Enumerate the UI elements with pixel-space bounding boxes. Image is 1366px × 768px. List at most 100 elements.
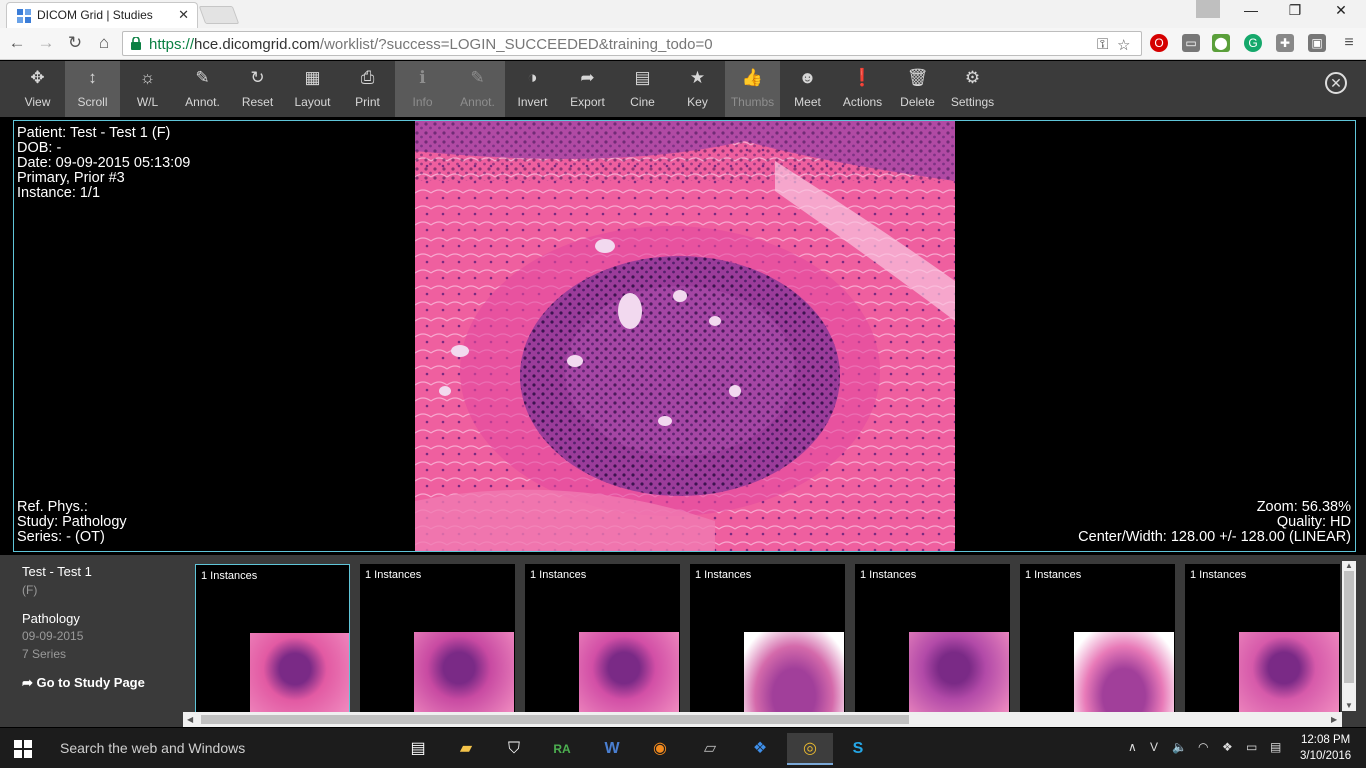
notifications-icon[interactable]: ▤ bbox=[1270, 740, 1281, 754]
tool-meet-button[interactable]: ☻ Meet bbox=[780, 61, 835, 117]
restore-window-icon[interactable]: ❐ bbox=[1280, 2, 1310, 19]
share-arrow-icon: ➦ bbox=[22, 675, 37, 690]
skype-icon[interactable]: S bbox=[835, 733, 881, 765]
tool-thumbs-icon: 👍 bbox=[741, 68, 764, 87]
thumbnail-instance-count: 1 Instances bbox=[530, 569, 587, 581]
tool-thumbs-button[interactable]: 👍 Thumbs bbox=[725, 61, 780, 117]
browser-tab-strip: DICOM Grid | Studies ✕ — ❐ ✕ bbox=[0, 0, 1366, 28]
scroll-left-icon[interactable]: ◀ bbox=[187, 715, 193, 724]
windows-start-icon[interactable] bbox=[14, 740, 32, 758]
user-profile-button[interactable] bbox=[1196, 0, 1220, 18]
chrome-icon[interactable]: ◎ bbox=[787, 733, 833, 765]
file-explorer-icon[interactable]: ▰ bbox=[443, 733, 489, 765]
scroll-right-icon[interactable]: ▶ bbox=[1331, 715, 1337, 724]
minimize-window-icon[interactable]: — bbox=[1236, 2, 1266, 18]
tool-settings-button[interactable]: ⚙ Settings bbox=[945, 61, 1000, 117]
cast-icon[interactable]: ▭ bbox=[1182, 34, 1200, 52]
tool-key-button[interactable]: ★ Key bbox=[670, 61, 725, 117]
url-text: https://hce.dicomgrid.com/worklist/?succ… bbox=[149, 36, 713, 53]
tool-layout-label: Layout bbox=[294, 95, 331, 109]
grammarly-icon[interactable]: G bbox=[1244, 34, 1262, 52]
key-icon[interactable]: ⚿ bbox=[1097, 36, 1108, 53]
tool-layout-icon: ▦ bbox=[304, 68, 321, 87]
tool-print-button[interactable]: ⎙ Print bbox=[340, 61, 395, 117]
tool-annot-button[interactable]: ✎ Annot. bbox=[175, 61, 230, 117]
firefox-icon[interactable]: ◉ bbox=[637, 733, 683, 765]
tool-wl-button[interactable]: ☼ W/L bbox=[120, 61, 175, 117]
tool-key-icon: ★ bbox=[689, 68, 706, 87]
tool-cine-button[interactable]: ▤ Cine bbox=[615, 61, 670, 117]
series-count: 7 Series bbox=[22, 647, 67, 661]
tool-invert-button[interactable]: ◑ Invert bbox=[505, 61, 560, 117]
browser-toolbar: ← → ↻ ⌂ https://hce.dicomgrid.com/workli… bbox=[0, 28, 1366, 60]
thumbnail-horizontal-scrollbar[interactable]: ◀ ▶ bbox=[183, 712, 1342, 727]
thumbnail-instance-count: 1 Instances bbox=[695, 569, 752, 581]
thumbnail-vertical-scrollbar[interactable]: ▲ ▼ bbox=[1342, 561, 1356, 711]
puzzle-extension-icon[interactable]: ✚ bbox=[1276, 34, 1294, 52]
opera-extension-icon[interactable]: O bbox=[1150, 34, 1168, 52]
thumbnail-instance-count: 1 Instances bbox=[365, 569, 422, 581]
tool-scroll-button[interactable]: ↕ Scroll bbox=[65, 61, 120, 117]
bookmark-star-icon[interactable]: ☆ bbox=[1117, 36, 1130, 54]
system-clock[interactable]: 12:08 PM 3/10/2016 bbox=[1300, 732, 1351, 764]
close-viewer-icon[interactable]: ✕ bbox=[1325, 72, 1347, 94]
close-window-icon[interactable]: ✕ bbox=[1326, 2, 1356, 19]
tool-annot-label: Annot. bbox=[185, 95, 220, 109]
taskbar-search-box[interactable]: Search the web and Windows bbox=[60, 740, 245, 756]
word-icon[interactable]: W bbox=[589, 733, 635, 765]
store-icon[interactable]: ⛉ bbox=[491, 733, 537, 765]
tool-meet-icon: ☻ bbox=[798, 68, 817, 87]
series-thumbnail[interactable]: 1 Instances bbox=[1185, 564, 1340, 714]
vpn-icon[interactable]: V bbox=[1150, 740, 1158, 754]
extension-icon[interactable]: ⬤ bbox=[1212, 34, 1230, 52]
tool-info-button[interactable]: ℹ Info bbox=[395, 61, 450, 117]
series-thumbnail[interactable]: 1 Instances bbox=[525, 564, 680, 714]
dropbox-tray-icon[interactable]: ❖ bbox=[1222, 740, 1233, 754]
tool-reset-button[interactable]: ↻ Reset bbox=[230, 61, 285, 117]
back-icon[interactable]: ← bbox=[7, 33, 27, 53]
tool-annot2-icon: ✎ bbox=[470, 68, 485, 87]
wifi-icon[interactable]: ◠ bbox=[1198, 740, 1208, 754]
tool-layout-button[interactable]: ▦ Layout bbox=[285, 61, 340, 117]
series-thumbnail[interactable]: 1 Instances bbox=[195, 564, 350, 714]
overlay-zoom: Zoom: 56.38% bbox=[1256, 499, 1351, 515]
new-tab-button[interactable] bbox=[198, 6, 240, 24]
series-thumbnail[interactable]: 1 Instances bbox=[360, 564, 515, 714]
dropbox-icon[interactable]: ❖ bbox=[737, 733, 783, 765]
scroll-down-icon[interactable]: ▼ bbox=[1345, 701, 1353, 710]
browser-tab[interactable]: DICOM Grid | Studies ✕ bbox=[6, 2, 198, 28]
reload-icon[interactable]: ↻ bbox=[65, 33, 85, 53]
series-thumbnail[interactable]: 1 Instances bbox=[855, 564, 1010, 714]
series-thumbnail[interactable]: 1 Instances bbox=[1020, 564, 1175, 714]
tool-invert-label: Invert bbox=[517, 95, 548, 109]
address-bar[interactable]: https://hce.dicomgrid.com/worklist/?succ… bbox=[122, 31, 1142, 56]
pathology-slide-image[interactable] bbox=[415, 121, 955, 551]
battery-icon[interactable]: ▭ bbox=[1246, 740, 1257, 754]
go-to-study-page-link[interactable]: ➦ Go to Study Page bbox=[22, 675, 145, 691]
tool-annot2-button[interactable]: ✎ Annot. bbox=[450, 61, 505, 117]
thumbnail-image bbox=[579, 632, 679, 712]
image-viewport[interactable]: Patient: Test - Test 1 (F) DOB: - Date: … bbox=[13, 120, 1356, 552]
series-thumbnail[interactable]: 1 Instances bbox=[690, 564, 845, 714]
tool-export-button[interactable]: ➦ Export bbox=[560, 61, 615, 117]
tool-wl-icon: ☼ bbox=[139, 68, 156, 87]
forward-icon[interactable]: → bbox=[36, 33, 56, 53]
horizontal-scroll-thumb[interactable] bbox=[201, 715, 909, 724]
vertical-scroll-thumb[interactable] bbox=[1344, 571, 1354, 683]
home-icon[interactable]: ⌂ bbox=[94, 33, 114, 53]
volume-icon[interactable]: 🔈 bbox=[1172, 740, 1187, 754]
tool-actions-button[interactable]: ❗ Actions bbox=[835, 61, 890, 117]
extension-2-icon[interactable]: ▣ bbox=[1308, 34, 1326, 52]
thumbnail-instance-count: 1 Instances bbox=[860, 569, 917, 581]
scanner-icon[interactable]: ▱ bbox=[687, 733, 733, 765]
ra-app-icon[interactable]: RA bbox=[539, 733, 585, 765]
study-date: 09-09-2015 bbox=[22, 629, 84, 643]
tab-close-icon[interactable]: ✕ bbox=[178, 7, 189, 23]
scroll-up-icon[interactable]: ▲ bbox=[1345, 561, 1353, 570]
chrome-menu-icon[interactable]: ≡ bbox=[1340, 34, 1358, 52]
tool-delete-button[interactable]: 🗑 Delete bbox=[890, 61, 945, 117]
tool-view-button[interactable]: ✥ View bbox=[10, 61, 65, 117]
task-view-icon[interactable]: ▤ bbox=[395, 733, 441, 765]
show-hidden-icons-icon[interactable]: ∧ bbox=[1128, 740, 1137, 754]
thumbnail-image bbox=[744, 632, 844, 712]
